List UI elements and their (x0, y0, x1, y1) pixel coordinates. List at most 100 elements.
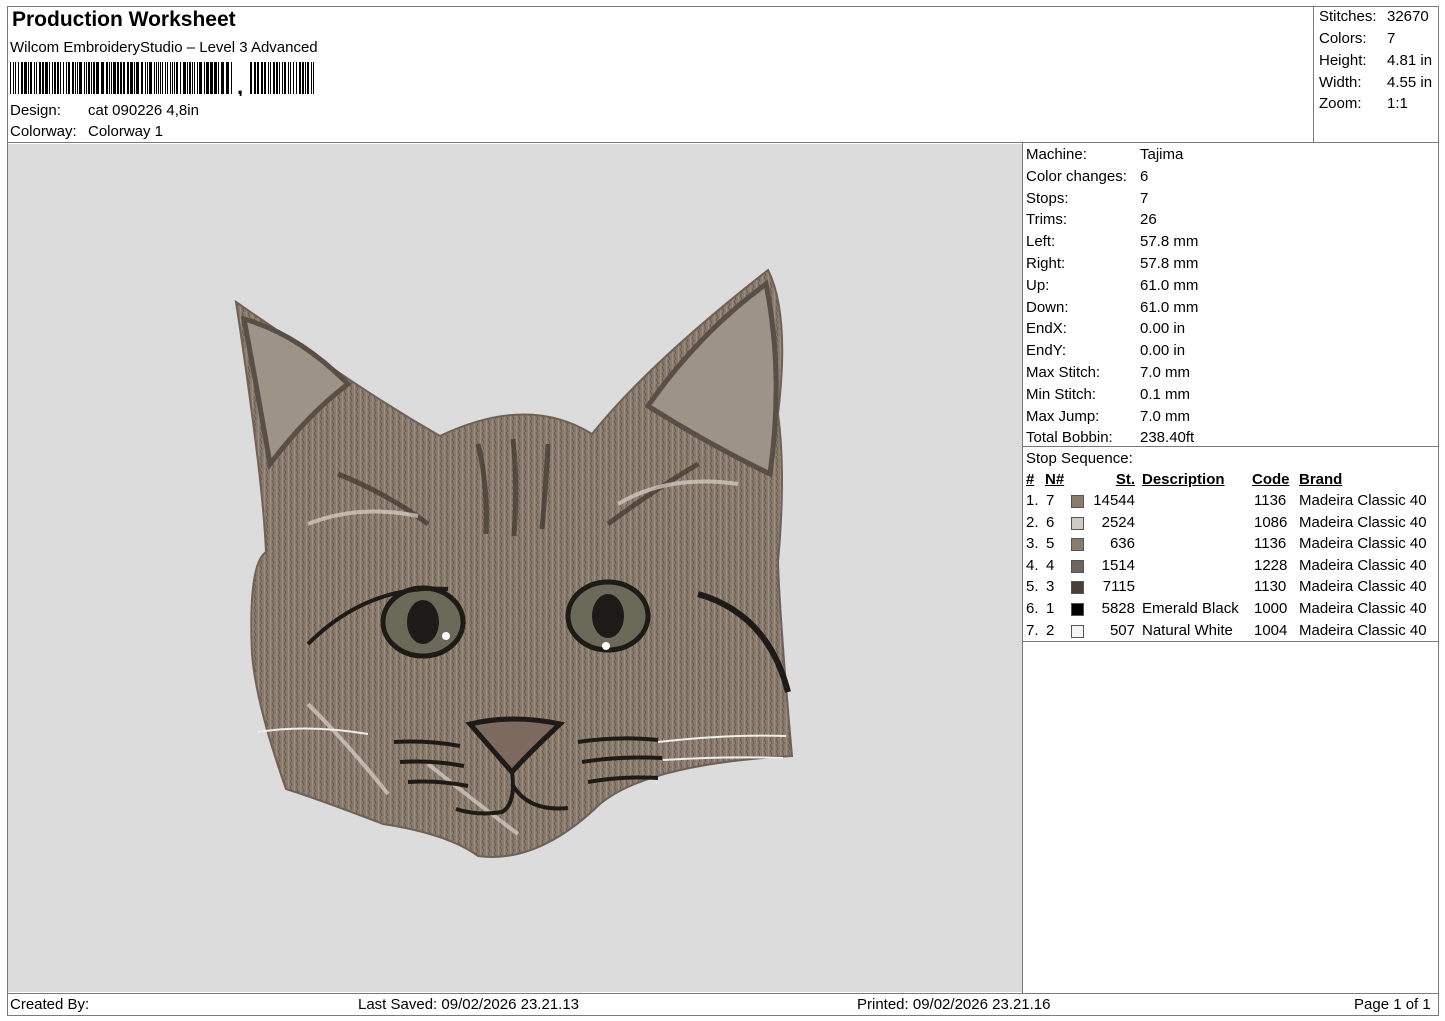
machine-info-value: Tajima (1140, 146, 1184, 163)
stop-sequence-title: Stop Sequence: (1026, 450, 1133, 467)
thread-color-swatch (1071, 581, 1084, 594)
stop-row-code: 1130 (1254, 578, 1287, 595)
machine-info-label: EndY: (1026, 342, 1067, 359)
summary-value: 4.55 in (1387, 74, 1433, 91)
header-divider (7, 142, 1439, 143)
machine-info-label: Left: (1026, 233, 1056, 250)
stop-row-needle: 7 (1046, 492, 1055, 509)
machine-info-value: 0.00 in (1140, 320, 1186, 337)
stop-row-stitches: 5828 (1101, 600, 1135, 617)
stop-row-code: 1004 (1254, 622, 1288, 639)
col-header-description: Description (1142, 471, 1225, 488)
machine-info-value: 57.8 mm (1140, 255, 1199, 272)
machine-info-label: Min Stitch: (1026, 386, 1097, 403)
machine-info-label: Machine: (1026, 146, 1087, 163)
summary-value: 7 (1387, 30, 1396, 47)
stop-row-code: 1000 (1254, 600, 1288, 617)
stop-row-brand: Madeira Classic 40 (1299, 535, 1427, 552)
colorway-value: Colorway 1 (88, 123, 164, 140)
summary-divider (1313, 6, 1314, 143)
stop-row-brand: Madeira Classic 40 (1299, 557, 1427, 574)
machine-info-value: 7.0 mm (1140, 408, 1191, 425)
thread-color-swatch (1071, 625, 1084, 638)
machine-info-label: Up: (1026, 277, 1050, 294)
machine-info-value: 61.0 mm (1140, 299, 1199, 316)
design-preview-canvas (8, 144, 1022, 992)
stop-row-number: 3. (1026, 535, 1039, 552)
col-header-stitches: St. (1115, 471, 1135, 488)
col-header-num: # (1026, 471, 1035, 488)
design-label: Design: (10, 102, 61, 119)
machine-info-value: 238.40ft (1140, 429, 1195, 446)
machine-info-divider (1022, 446, 1439, 447)
stop-row-description: Natural White (1142, 622, 1233, 639)
machine-info-label: Trims: (1026, 211, 1068, 228)
footer-page-number: Page 1 of 1 (1354, 996, 1431, 1013)
stop-row-number: 6. (1026, 600, 1039, 617)
summary-label: Colors: (1319, 30, 1367, 47)
stop-row-brand: Madeira Classic 40 (1299, 578, 1427, 595)
stop-row-stitches: 7115 (1102, 578, 1135, 595)
machine-info-value: 0.1 mm (1140, 386, 1191, 403)
summary-value: 1:1 (1387, 95, 1408, 112)
stop-row-needle: 3 (1046, 578, 1055, 595)
machine-info-value: 57.8 mm (1140, 233, 1199, 250)
machine-info-label: Max Jump: (1026, 408, 1100, 425)
stop-row-stitches: 507 (1109, 622, 1135, 639)
machine-info-label: Total Bobbin: (1026, 429, 1113, 446)
stop-row-code: 1136 (1254, 535, 1287, 552)
thread-color-swatch (1071, 603, 1084, 616)
col-header-needle: N# (1045, 471, 1065, 488)
footer-printed: Printed: 09/02/2026 23.21.16 (857, 996, 1051, 1013)
summary-label: Stitches: (1319, 8, 1377, 25)
stop-row-number: 2. (1026, 514, 1039, 531)
cat-embroidery-image (234, 268, 794, 858)
stop-row-number: 5. (1026, 578, 1039, 595)
col-header-brand: Brand (1299, 471, 1343, 488)
summary-label: Width: (1319, 74, 1362, 91)
design-value: cat 090226 4,8in (88, 102, 199, 119)
stop-row-description: Emerald Black (1142, 600, 1239, 617)
thread-color-swatch (1071, 538, 1084, 551)
machine-info-label: Down: (1026, 299, 1069, 316)
stop-row-code: 1086 (1254, 514, 1288, 531)
stop-row-stitches: 14544 (1093, 492, 1135, 509)
info-divider (1022, 142, 1023, 993)
footer-divider (7, 993, 1439, 994)
summary-value: 32670 (1387, 8, 1429, 25)
summary-label: Height: (1319, 52, 1367, 69)
stop-row-brand: Madeira Classic 40 (1299, 492, 1427, 509)
thread-color-swatch (1071, 560, 1084, 573)
stop-row-needle: 1 (1046, 600, 1055, 617)
footer-last-saved: Last Saved: 09/02/2026 23.21.13 (358, 996, 580, 1013)
stop-row-number: 1. (1026, 492, 1039, 509)
machine-info-value: 26 (1140, 211, 1157, 228)
stop-row-needle: 6 (1046, 514, 1055, 531)
machine-info-value: 7 (1140, 190, 1149, 207)
stop-row-needle: 2 (1046, 622, 1055, 639)
machine-info-value: 0.00 in (1140, 342, 1186, 359)
stop-row-code: 1228 (1254, 557, 1288, 574)
machine-info-value: 61.0 mm (1140, 277, 1199, 294)
stop-row-number: 7. (1026, 622, 1039, 639)
stop-row-needle: 5 (1046, 535, 1055, 552)
stop-row-stitches: 636 (1109, 535, 1135, 552)
barcode: , (10, 62, 314, 96)
stop-row-stitches: 2524 (1101, 514, 1135, 531)
barcode-suffix: , (237, 74, 243, 96)
footer-created-by: Created By: (10, 996, 90, 1013)
page-title: Production Worksheet (12, 8, 236, 31)
stop-row-brand: Madeira Classic 40 (1299, 622, 1427, 639)
summary-value: 4.81 in (1387, 52, 1433, 69)
machine-info-value: 7.0 mm (1140, 364, 1191, 381)
thread-color-swatch (1071, 495, 1084, 508)
stop-sequence-divider (1022, 641, 1439, 642)
machine-info-label: EndX: (1026, 320, 1067, 337)
stop-row-stitches: 1514 (1101, 557, 1135, 574)
machine-info-label: Color changes: (1026, 168, 1127, 185)
stop-row-number: 4. (1026, 557, 1039, 574)
stop-row-brand: Madeira Classic 40 (1299, 600, 1427, 617)
stop-row-needle: 4 (1046, 557, 1055, 574)
machine-info-label: Right: (1026, 255, 1066, 272)
thread-color-swatch (1071, 517, 1084, 530)
